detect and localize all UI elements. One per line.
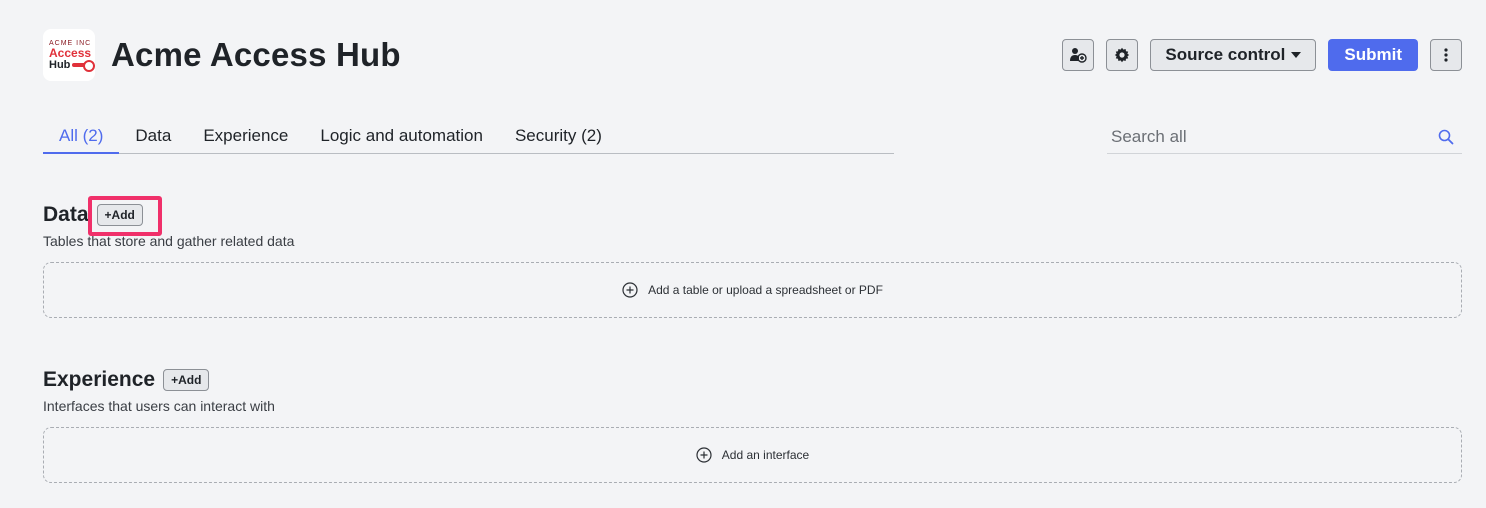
data-section: Data +Add Tables that store and gather r…: [43, 203, 1462, 318]
chevron-down-icon: [1291, 52, 1302, 58]
submit-button[interactable]: Submit: [1328, 39, 1418, 71]
search-bar: [1107, 120, 1462, 154]
search-icon[interactable]: [1438, 129, 1454, 145]
settings-button[interactable]: [1106, 39, 1139, 71]
experience-section-header: Experience +Add: [43, 368, 1462, 392]
source-control-button[interactable]: Source control: [1150, 39, 1317, 71]
app-header: ACME INC Access Hub Acme Access Hub Sour…: [43, 29, 1462, 81]
tab-all[interactable]: All (2): [43, 120, 120, 154]
more-vertical-icon: [1444, 48, 1448, 62]
add-user-button[interactable]: [1062, 39, 1095, 71]
more-options-button[interactable]: [1430, 39, 1462, 71]
highlight-box: [88, 196, 162, 236]
experience-section: Experience +Add Interfaces that users ca…: [43, 368, 1462, 483]
tab-security[interactable]: Security (2): [499, 120, 618, 154]
tab-bar: All (2) Data Experience Logic and automa…: [43, 120, 894, 154]
add-interface-label: Add an interface: [721, 448, 810, 462]
tab-experience[interactable]: Experience: [187, 120, 304, 154]
experience-section-description: Interfaces that users can interact with: [43, 398, 275, 414]
gear-icon: [1115, 47, 1130, 63]
plus-circle-icon: [622, 282, 638, 298]
data-section-description: Tables that store and gather related dat…: [43, 233, 295, 249]
logo-line-3: Hub: [49, 58, 96, 72]
app-logo: ACME INC Access Hub: [43, 29, 96, 81]
tab-data[interactable]: Data: [119, 120, 187, 154]
plus-circle-icon: [696, 447, 712, 463]
app-title: Acme Access Hub: [111, 36, 401, 73]
add-user-icon: [1070, 48, 1088, 63]
add-table-label: Add a table or upload a spreadsheet or P…: [648, 283, 883, 297]
data-section-title: Data: [43, 203, 89, 226]
key-icon: [72, 59, 96, 72]
search-input[interactable]: [1107, 126, 1438, 147]
add-interface-dropzone[interactable]: Add an interface: [43, 427, 1462, 483]
tab-logic-and-automation[interactable]: Logic and automation: [304, 120, 499, 154]
logo-line-2: Access: [49, 45, 92, 60]
data-section-header: Data +Add: [43, 203, 1462, 227]
header-actions: Source control Submit: [1062, 39, 1462, 71]
logo-line-3-text: Hub: [49, 58, 71, 71]
source-control-label: Source control: [1165, 45, 1286, 64]
experience-section-title: Experience: [43, 368, 156, 391]
add-experience-button[interactable]: +Add: [163, 369, 210, 391]
add-table-dropzone[interactable]: Add a table or upload a spreadsheet or P…: [43, 262, 1462, 318]
